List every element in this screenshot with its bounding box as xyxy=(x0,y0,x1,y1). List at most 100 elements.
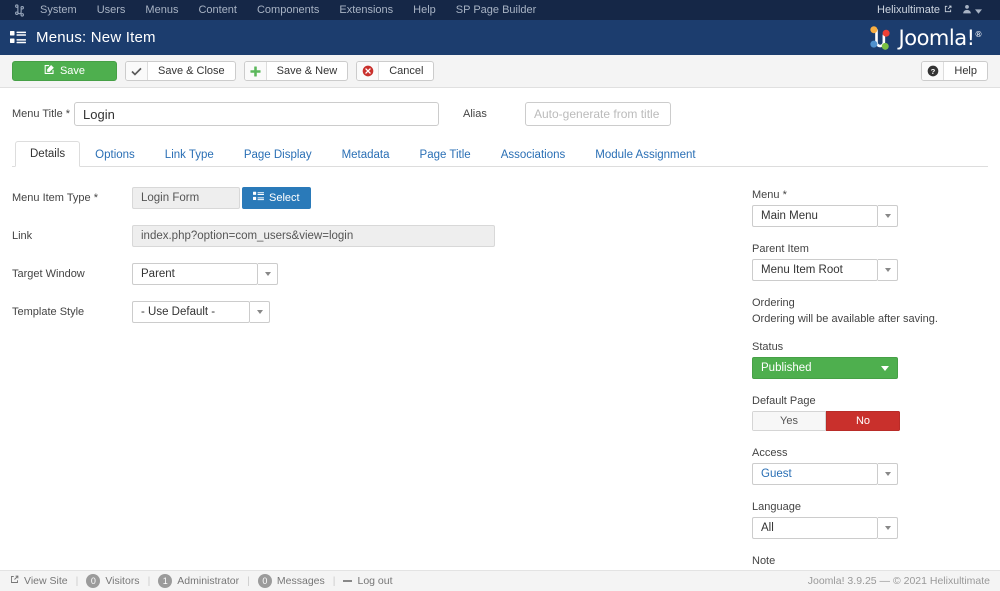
tab-page-display[interactable]: Page Display xyxy=(229,142,327,167)
top-menu-items: System Users Menus Content Components Ex… xyxy=(30,0,546,20)
access-chevron-down-icon[interactable] xyxy=(878,463,898,485)
template-style-label: Template Style xyxy=(12,306,85,318)
tab-bar: Details Options Link Type Page Display M… xyxy=(12,140,988,167)
menu-value[interactable]: Main Menu xyxy=(752,205,878,227)
details-panel: Menu Item Type * Login Form Select Link … xyxy=(12,167,988,591)
menu-title-label: Menu Title * xyxy=(12,108,71,120)
messages-status[interactable]: 0 Messages xyxy=(250,574,333,588)
template-style-value[interactable]: - Use Default - xyxy=(132,301,250,323)
menu-title-input[interactable] xyxy=(74,102,439,126)
tab-link-type[interactable]: Link Type xyxy=(150,142,229,167)
pencil-square-icon xyxy=(44,64,55,78)
details-right-column: Menu * Main Menu Parent Item Menu Item R… xyxy=(752,187,974,591)
nav-item-menus[interactable]: Menus xyxy=(135,0,188,20)
page-title-bar: Menus: New Item Joomla!® xyxy=(0,20,1000,55)
nav-item-content[interactable]: Content xyxy=(188,0,247,20)
menu-select[interactable]: Main Menu xyxy=(752,205,972,227)
nav-item-components[interactable]: Components xyxy=(247,0,329,20)
parent-item-select[interactable]: Menu Item Root xyxy=(752,259,972,281)
alias-input[interactable] xyxy=(525,102,671,126)
version-info: Joomla! 3.9.25 — © 2021 Helixultimate xyxy=(807,575,990,587)
visitors-status[interactable]: 0 Visitors xyxy=(78,574,147,588)
nav-item-system[interactable]: System xyxy=(30,0,87,20)
status-value: Published xyxy=(761,362,812,374)
target-window-select[interactable]: Parent xyxy=(132,263,278,285)
top-nav-right-group: Helixultimate xyxy=(877,1,992,19)
tab-module-assignment[interactable]: Module Assignment xyxy=(580,142,710,167)
select-menu-item-type-button[interactable]: Select xyxy=(242,187,311,209)
details-left-column: Menu Item Type * Login Form Select Link … xyxy=(12,187,752,591)
external-link-icon xyxy=(944,4,952,16)
joomla-brand-mark-icon xyxy=(869,25,890,50)
user-avatar-icon xyxy=(962,1,972,19)
status-select[interactable]: Published xyxy=(752,357,898,379)
save-and-new-button[interactable]: Save & New xyxy=(243,61,349,81)
status-label: Status xyxy=(752,341,784,353)
language-select[interactable]: All xyxy=(752,517,972,539)
menu-item-type-label: Menu Item Type * xyxy=(12,192,99,204)
list-icon xyxy=(253,191,264,205)
messages-label: Messages xyxy=(276,575,325,587)
nav-item-sp-page-builder[interactable]: SP Page Builder xyxy=(446,0,547,20)
admin-page: System Users Menus Content Components Ex… xyxy=(0,0,1000,591)
default-page-toggle: Yes No xyxy=(752,411,900,431)
chevron-down-icon xyxy=(975,1,982,19)
language-value[interactable]: All xyxy=(752,517,878,539)
ordering-note: Ordering will be available after saving. xyxy=(752,313,938,325)
template-style-chevron-down-icon[interactable] xyxy=(250,301,270,323)
site-name-link[interactable]: Helixultimate xyxy=(877,4,952,16)
parent-item-chevron-down-icon[interactable] xyxy=(878,259,898,281)
nav-item-users[interactable]: Users xyxy=(87,0,136,20)
cancel-button[interactable]: Cancel xyxy=(356,61,435,81)
template-style-row: Template Style - Use Default - xyxy=(12,301,752,323)
link-label: Link xyxy=(12,230,33,242)
cancel-button-label: Cancel xyxy=(389,65,424,77)
default-page-label: Default Page xyxy=(752,395,816,407)
tab-page-title[interactable]: Page Title xyxy=(405,142,486,167)
tab-options[interactable]: Options xyxy=(80,142,150,167)
nav-item-help[interactable]: Help xyxy=(403,0,446,20)
template-style-select[interactable]: - Use Default - xyxy=(132,301,270,323)
nav-item-extensions[interactable]: Extensions xyxy=(329,0,403,20)
view-site-label: View Site xyxy=(24,575,68,587)
page-title: Menus: New Item xyxy=(36,29,156,46)
tab-details[interactable]: Details xyxy=(15,141,81,167)
administrator-count-badge: 1 xyxy=(158,574,173,588)
toolbar-right-group: ? Help xyxy=(921,61,988,81)
default-page-no-option[interactable]: No xyxy=(826,411,900,431)
target-window-chevron-down-icon[interactable] xyxy=(258,263,278,285)
menu-title-row: Menu Title * Alias xyxy=(12,88,988,136)
ordering-field-group: Ordering Ordering will be available afte… xyxy=(752,297,972,325)
language-chevron-down-icon[interactable] xyxy=(878,517,898,539)
default-page-field-group: Default Page Yes No xyxy=(752,395,972,431)
help-button[interactable]: ? Help xyxy=(921,61,988,81)
parent-item-value[interactable]: Menu Item Root xyxy=(752,259,878,281)
tab-associations[interactable]: Associations xyxy=(486,142,581,167)
parent-item-field-group: Parent Item Menu Item Root xyxy=(752,243,972,281)
save-button-label: Save xyxy=(59,65,86,77)
status-chevron-down-icon xyxy=(881,365,889,371)
joomla-mark-icon[interactable] xyxy=(8,3,30,17)
access-select[interactable]: Guest xyxy=(752,463,972,485)
logout-label: Log out xyxy=(357,575,393,587)
svg-text:?: ? xyxy=(931,67,936,76)
check-icon xyxy=(126,62,148,80)
access-field-group: Access Guest xyxy=(752,447,972,485)
menu-chevron-down-icon[interactable] xyxy=(878,205,898,227)
alias-label: Alias xyxy=(463,108,487,120)
joomla-registered-mark: ® xyxy=(974,29,983,39)
save-button[interactable]: Save xyxy=(12,61,117,81)
menu-label: Menu * xyxy=(752,189,787,201)
access-value[interactable]: Guest xyxy=(752,463,878,485)
administrator-status[interactable]: 1 Administrator xyxy=(150,574,247,588)
tab-metadata[interactable]: Metadata xyxy=(327,142,405,167)
target-window-value[interactable]: Parent xyxy=(132,263,258,285)
link-row: Link index.php?option=com_users&view=log… xyxy=(12,225,752,247)
toolbar: Save Save & Close Save & New Cancel ? He… xyxy=(0,55,1000,88)
view-site-link[interactable]: View Site xyxy=(10,575,76,587)
logout-link[interactable]: Log out xyxy=(335,575,400,587)
user-menu-button[interactable] xyxy=(956,1,988,19)
status-field-group: Status Published xyxy=(752,341,972,379)
save-and-close-button[interactable]: Save & Close xyxy=(125,61,236,81)
default-page-yes-option[interactable]: Yes xyxy=(752,411,826,431)
